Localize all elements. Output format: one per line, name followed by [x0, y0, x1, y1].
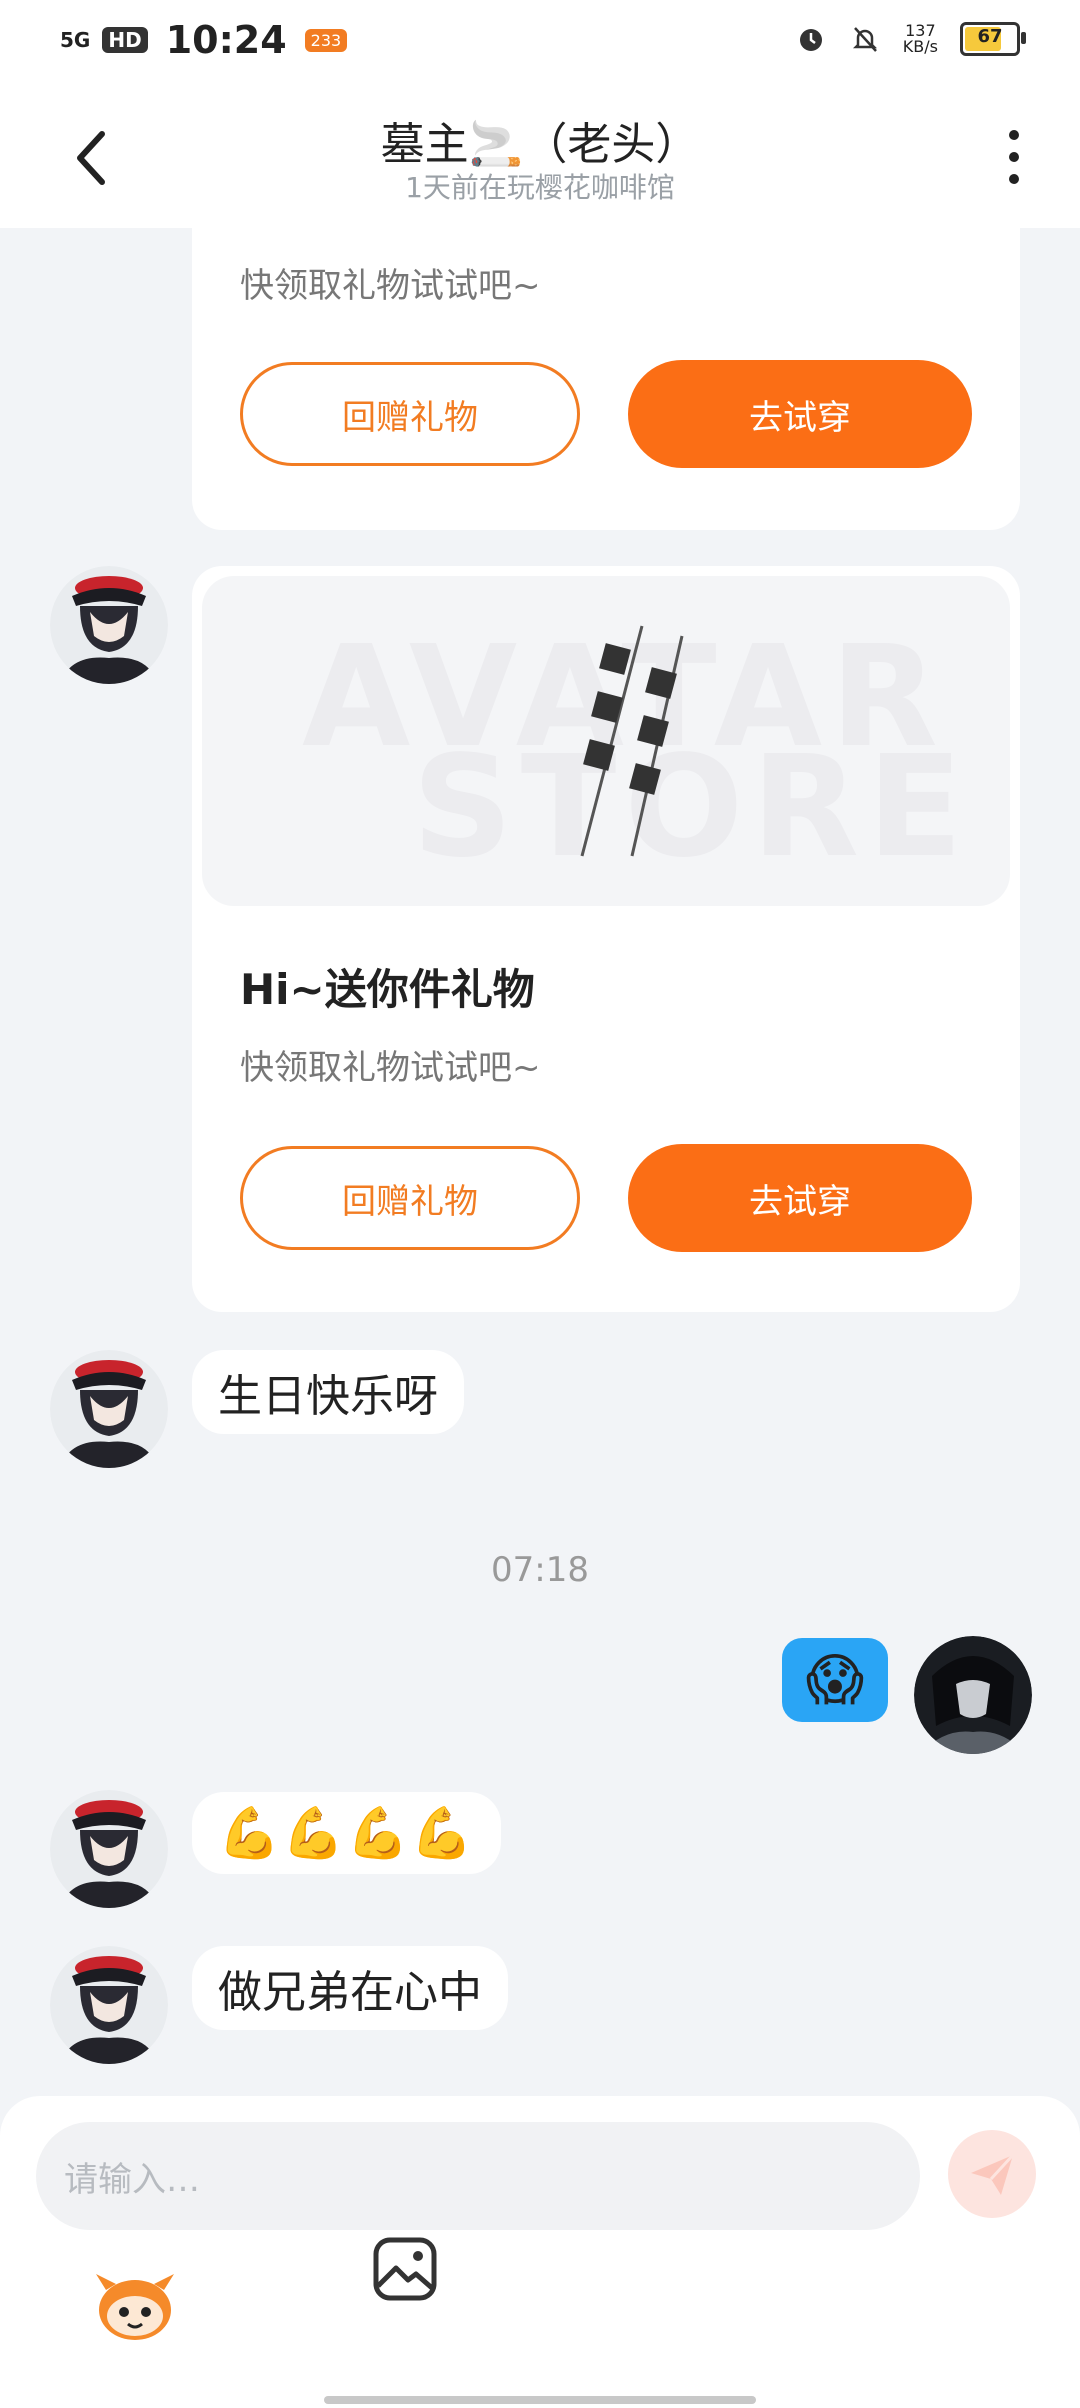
input-placeholder: 请输入…	[64, 2159, 200, 2200]
message-bubble[interactable]: 💪💪💪💪	[192, 1792, 502, 1874]
friend-avatar[interactable]	[50, 1790, 168, 1908]
network-speed: 137 KB/s	[903, 23, 938, 55]
status-left: 5G HD 10:24 233	[60, 18, 348, 62]
friend-avatar[interactable]	[50, 566, 168, 684]
gift-card: AVATAR STORE Hi~送你件礼物 快领取礼物试试吧~ 回赠礼物 去试穿	[192, 566, 1020, 1312]
hd-indicator: HD	[102, 27, 148, 53]
image-icon[interactable]	[372, 2236, 438, 2302]
friend-avatar[interactable]	[50, 1946, 168, 2064]
try-on-button[interactable]: 去试穿	[628, 1144, 972, 1252]
try-on-button[interactable]: 去试穿	[628, 360, 972, 468]
message-input[interactable]: 请输入…	[36, 2122, 920, 2230]
message-timestamp: 07:18	[491, 1550, 589, 1590]
emoji-text: 😱	[805, 1647, 865, 1713]
friend-avatar[interactable]	[50, 1350, 168, 1468]
my-emoji-bubble[interactable]: 😱	[782, 1638, 888, 1722]
send-button[interactable]	[948, 2130, 1036, 2218]
message-bubble[interactable]: 生日快乐呀	[192, 1350, 464, 1434]
home-indicator	[324, 2396, 756, 2404]
status-time: 10:24	[165, 18, 287, 62]
chat-title: 墓主🚬（老头）	[380, 119, 700, 170]
return-gift-button[interactable]: 回赠礼物	[240, 362, 580, 466]
send-icon	[971, 2153, 1015, 2195]
mute-bell-icon	[852, 27, 877, 52]
status-badge: 233	[304, 28, 348, 52]
gift-card-desc: 快领取礼物试试吧~	[240, 266, 541, 306]
gift-card: 快领取礼物试试吧~ 回赠礼物 去试穿	[192, 200, 1020, 530]
status-bar: 5G HD 10:24 233 137 KB/s 67	[0, 0, 1080, 80]
gift-card-desc: 快领取礼物试试吧~	[240, 1048, 541, 1088]
alarm-icon	[799, 29, 822, 51]
message-bubble[interactable]: 做兄弟在心中	[192, 1946, 508, 2030]
speed-unit: KB/s	[902, 37, 938, 56]
gift-image[interactable]: AVATAR STORE	[202, 576, 1010, 906]
status-right: 137 KB/s 67	[795, 22, 1026, 56]
gift-card-title: Hi~送你件礼物	[240, 965, 535, 1014]
battery-icon: 67	[960, 22, 1026, 56]
mascot-icon[interactable]	[92, 2268, 178, 2344]
battery-level: 67	[977, 26, 1003, 47]
network-indicator: 5G	[60, 28, 91, 52]
more-vertical-icon[interactable]	[1000, 130, 1028, 184]
return-gift-button[interactable]: 回赠礼物	[240, 1146, 580, 1250]
my-avatar[interactable]	[914, 1636, 1032, 1754]
gift-item-icon	[580, 625, 684, 857]
